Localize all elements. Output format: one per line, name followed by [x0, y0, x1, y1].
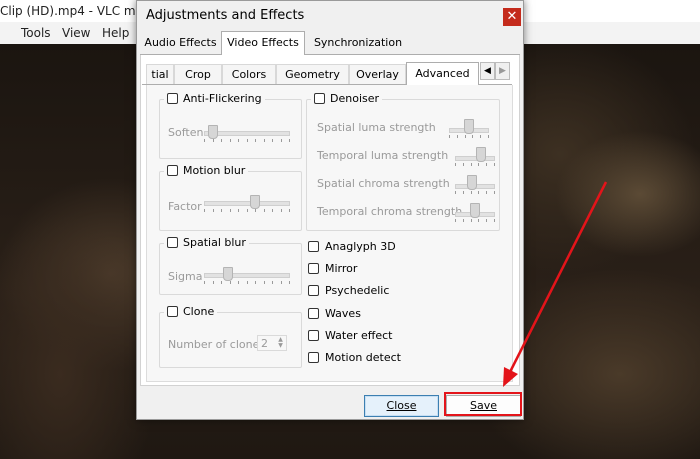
- tab-advanced[interactable]: Advanced: [406, 62, 479, 85]
- tab-video-effects[interactable]: Video Effects: [221, 31, 305, 55]
- annotation-arrow: [503, 181, 608, 387]
- arrow-shaft: [508, 181, 608, 373]
